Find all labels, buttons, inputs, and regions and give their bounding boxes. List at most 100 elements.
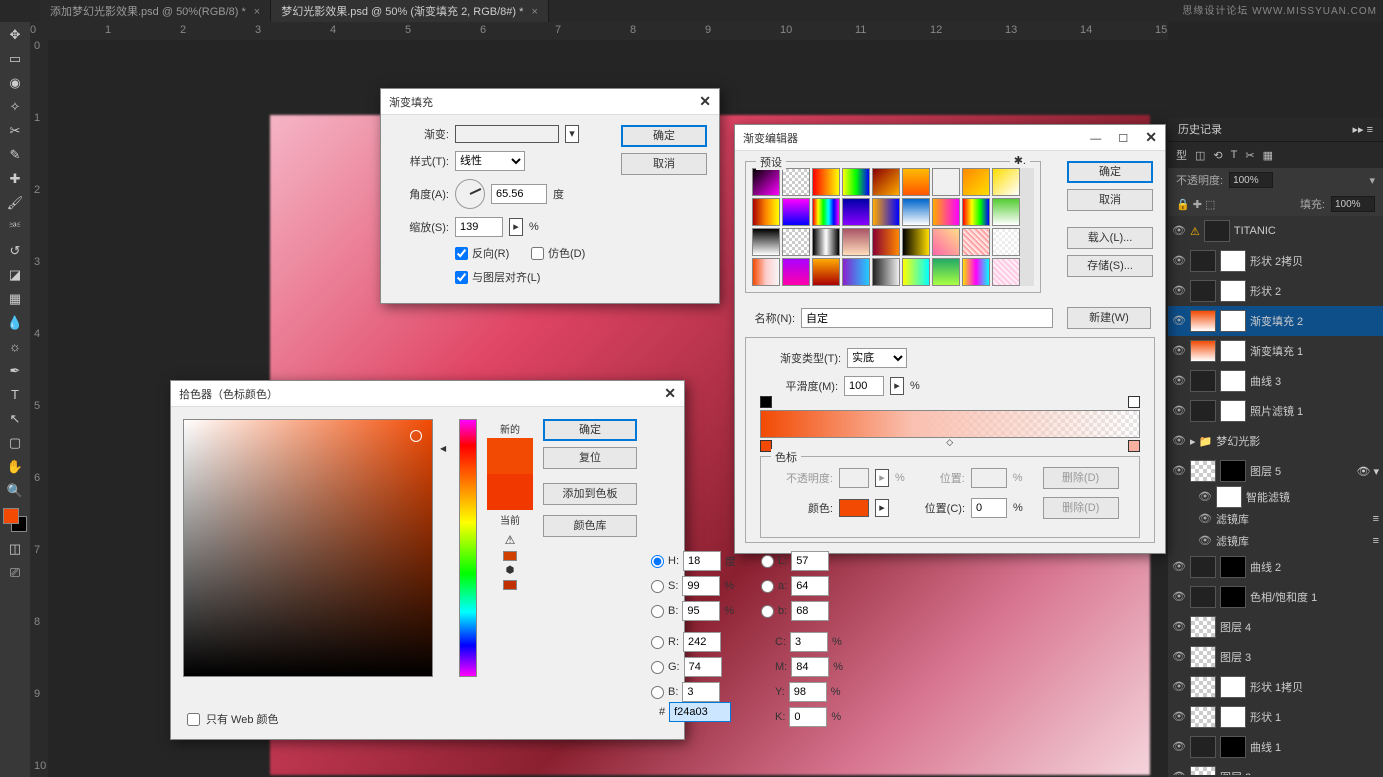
layer-thumb[interactable]: [1190, 340, 1216, 362]
preset-swatch[interactable]: [872, 198, 900, 226]
eyedropper-tool[interactable]: ✎: [3, 144, 27, 166]
preset-swatch[interactable]: [842, 198, 870, 226]
stop-color-dropdown[interactable]: ▸: [875, 499, 889, 517]
angle-dial[interactable]: [455, 179, 485, 209]
current-color-swatch[interactable]: [487, 474, 533, 510]
preset-swatch[interactable]: [782, 228, 810, 256]
preset-swatch[interactable]: [962, 168, 990, 196]
ok-button[interactable]: 确定: [1067, 161, 1153, 183]
layer-thumb[interactable]: [1190, 460, 1216, 482]
bl-radio[interactable]: [651, 686, 664, 699]
layer-thumb[interactable]: [1190, 766, 1216, 775]
save-button[interactable]: 存储(S)...: [1067, 255, 1153, 277]
preset-scrollbar[interactable]: [1020, 168, 1034, 286]
gear-icon[interactable]: ✱.: [1010, 154, 1030, 167]
ok-button[interactable]: 确定: [621, 125, 707, 147]
preset-swatch[interactable]: [842, 228, 870, 256]
type-select[interactable]: 实底: [847, 348, 907, 368]
layer-thumb[interactable]: [1190, 736, 1216, 758]
r-radio[interactable]: [651, 636, 664, 649]
stop-location2-input[interactable]: [971, 498, 1007, 518]
m-input[interactable]: [791, 657, 829, 677]
g-radio[interactable]: [651, 661, 664, 674]
opacity-stop[interactable]: [1128, 396, 1140, 408]
s-radio[interactable]: [651, 580, 664, 593]
midpoint-marker[interactable]: ◇: [946, 437, 953, 448]
layer-row[interactable]: 👁▸ 📁梦幻光影: [1168, 426, 1383, 456]
preset-swatch[interactable]: [842, 168, 870, 196]
scale-stepper[interactable]: ▸: [509, 218, 523, 236]
doc-tab-2[interactable]: 梦幻光影效果.psd @ 50% (渐变填充 2, RGB/8#) *×: [271, 0, 549, 23]
panel-icon[interactable]: T: [1231, 149, 1238, 161]
bl-input[interactable]: [682, 682, 720, 702]
panel-icon[interactable]: ▦: [1263, 149, 1273, 162]
gradient-preview[interactable]: [455, 125, 559, 143]
maximize-icon[interactable]: ☐: [1118, 133, 1128, 145]
layer-row[interactable]: 👁滤镜库≡: [1168, 508, 1383, 530]
move-tool[interactable]: ✥: [3, 24, 27, 46]
pen-tool[interactable]: ✒: [3, 360, 27, 382]
layer-mask-thumb[interactable]: [1220, 280, 1246, 302]
layer-row[interactable]: 👁形状 1拷贝: [1168, 672, 1383, 702]
layer-row[interactable]: 👁渐变填充 1: [1168, 336, 1383, 366]
preset-swatch[interactable]: [842, 258, 870, 286]
visibility-icon[interactable]: 👁: [1172, 314, 1186, 328]
preset-swatch[interactable]: [782, 168, 810, 196]
visibility-icon[interactable]: 👁: [1172, 710, 1186, 724]
layer-row[interactable]: 👁曲线 3: [1168, 366, 1383, 396]
visibility-icon[interactable]: 👁: [1172, 404, 1186, 418]
opacity-input[interactable]: [1229, 172, 1273, 188]
layer-thumb[interactable]: [1190, 706, 1216, 728]
gradient-dropdown[interactable]: ▾: [565, 125, 579, 143]
layer-mask-thumb[interactable]: [1220, 310, 1246, 332]
visibility-icon[interactable]: 👁: [1172, 650, 1186, 664]
smooth-input[interactable]: [844, 376, 884, 396]
layer-mask-thumb[interactable]: [1220, 736, 1246, 758]
crop-tool[interactable]: ✂: [3, 120, 27, 142]
preset-swatch[interactable]: [752, 168, 780, 196]
brush-tool[interactable]: 🖌: [3, 192, 27, 214]
screenmode-toggle[interactable]: ⎚: [3, 562, 27, 584]
cancel-button[interactable]: 取消: [621, 153, 707, 175]
close-icon[interactable]: ✕: [699, 93, 711, 110]
zoom-tool[interactable]: 🔍: [3, 480, 27, 502]
lasso-tool[interactable]: ◉: [3, 72, 27, 94]
preset-swatch[interactable]: [902, 168, 930, 196]
stop-color-chip[interactable]: [839, 499, 869, 517]
preset-swatch[interactable]: [812, 198, 840, 226]
reverse-checkbox[interactable]: 反向(R): [455, 245, 513, 261]
preset-swatch[interactable]: [752, 228, 780, 256]
visibility-icon[interactable]: 👁: [1172, 770, 1186, 775]
panel-icon[interactable]: ✂: [1245, 149, 1254, 162]
preset-swatch[interactable]: [752, 258, 780, 286]
align-checkbox[interactable]: 与图层对齐(L): [455, 269, 540, 285]
reset-button[interactable]: 复位: [543, 447, 637, 469]
visibility-icon[interactable]: 👁: [1172, 224, 1186, 238]
dodge-tool[interactable]: ☼: [3, 336, 27, 358]
layer-row[interactable]: 👁曲线 2: [1168, 552, 1383, 582]
visibility-icon[interactable]: 👁: [1198, 490, 1212, 504]
foreground-color[interactable]: [3, 508, 19, 524]
style-select[interactable]: 线性: [455, 151, 525, 171]
color-stop[interactable]: [1128, 440, 1140, 452]
visibility-icon[interactable]: 👁: [1172, 434, 1186, 448]
visibility-icon[interactable]: 👁: [1172, 590, 1186, 604]
panel-menu-icon[interactable]: ▸▸ ≡: [1352, 118, 1373, 141]
color-field[interactable]: [183, 419, 433, 677]
visibility-icon[interactable]: 👁: [1172, 254, 1186, 268]
panel-icon[interactable]: ◫: [1195, 149, 1205, 162]
l-input[interactable]: [791, 551, 829, 571]
lb-radio[interactable]: [761, 605, 774, 618]
layer-thumb[interactable]: [1190, 310, 1216, 332]
hue-slider[interactable]: [459, 419, 477, 677]
layer-mask-thumb[interactable]: [1220, 556, 1246, 578]
layer-row[interactable]: 👁色相/饱和度 1: [1168, 582, 1383, 612]
preset-swatch[interactable]: [872, 258, 900, 286]
layer-row[interactable]: 👁滤镜库≡: [1168, 530, 1383, 552]
angle-input[interactable]: [491, 184, 547, 204]
layer-thumb[interactable]: [1190, 280, 1216, 302]
layer-mask-thumb[interactable]: [1220, 370, 1246, 392]
layer-mask-thumb[interactable]: [1220, 460, 1246, 482]
layer-thumb[interactable]: [1190, 676, 1216, 698]
layer-thumb[interactable]: [1190, 586, 1216, 608]
